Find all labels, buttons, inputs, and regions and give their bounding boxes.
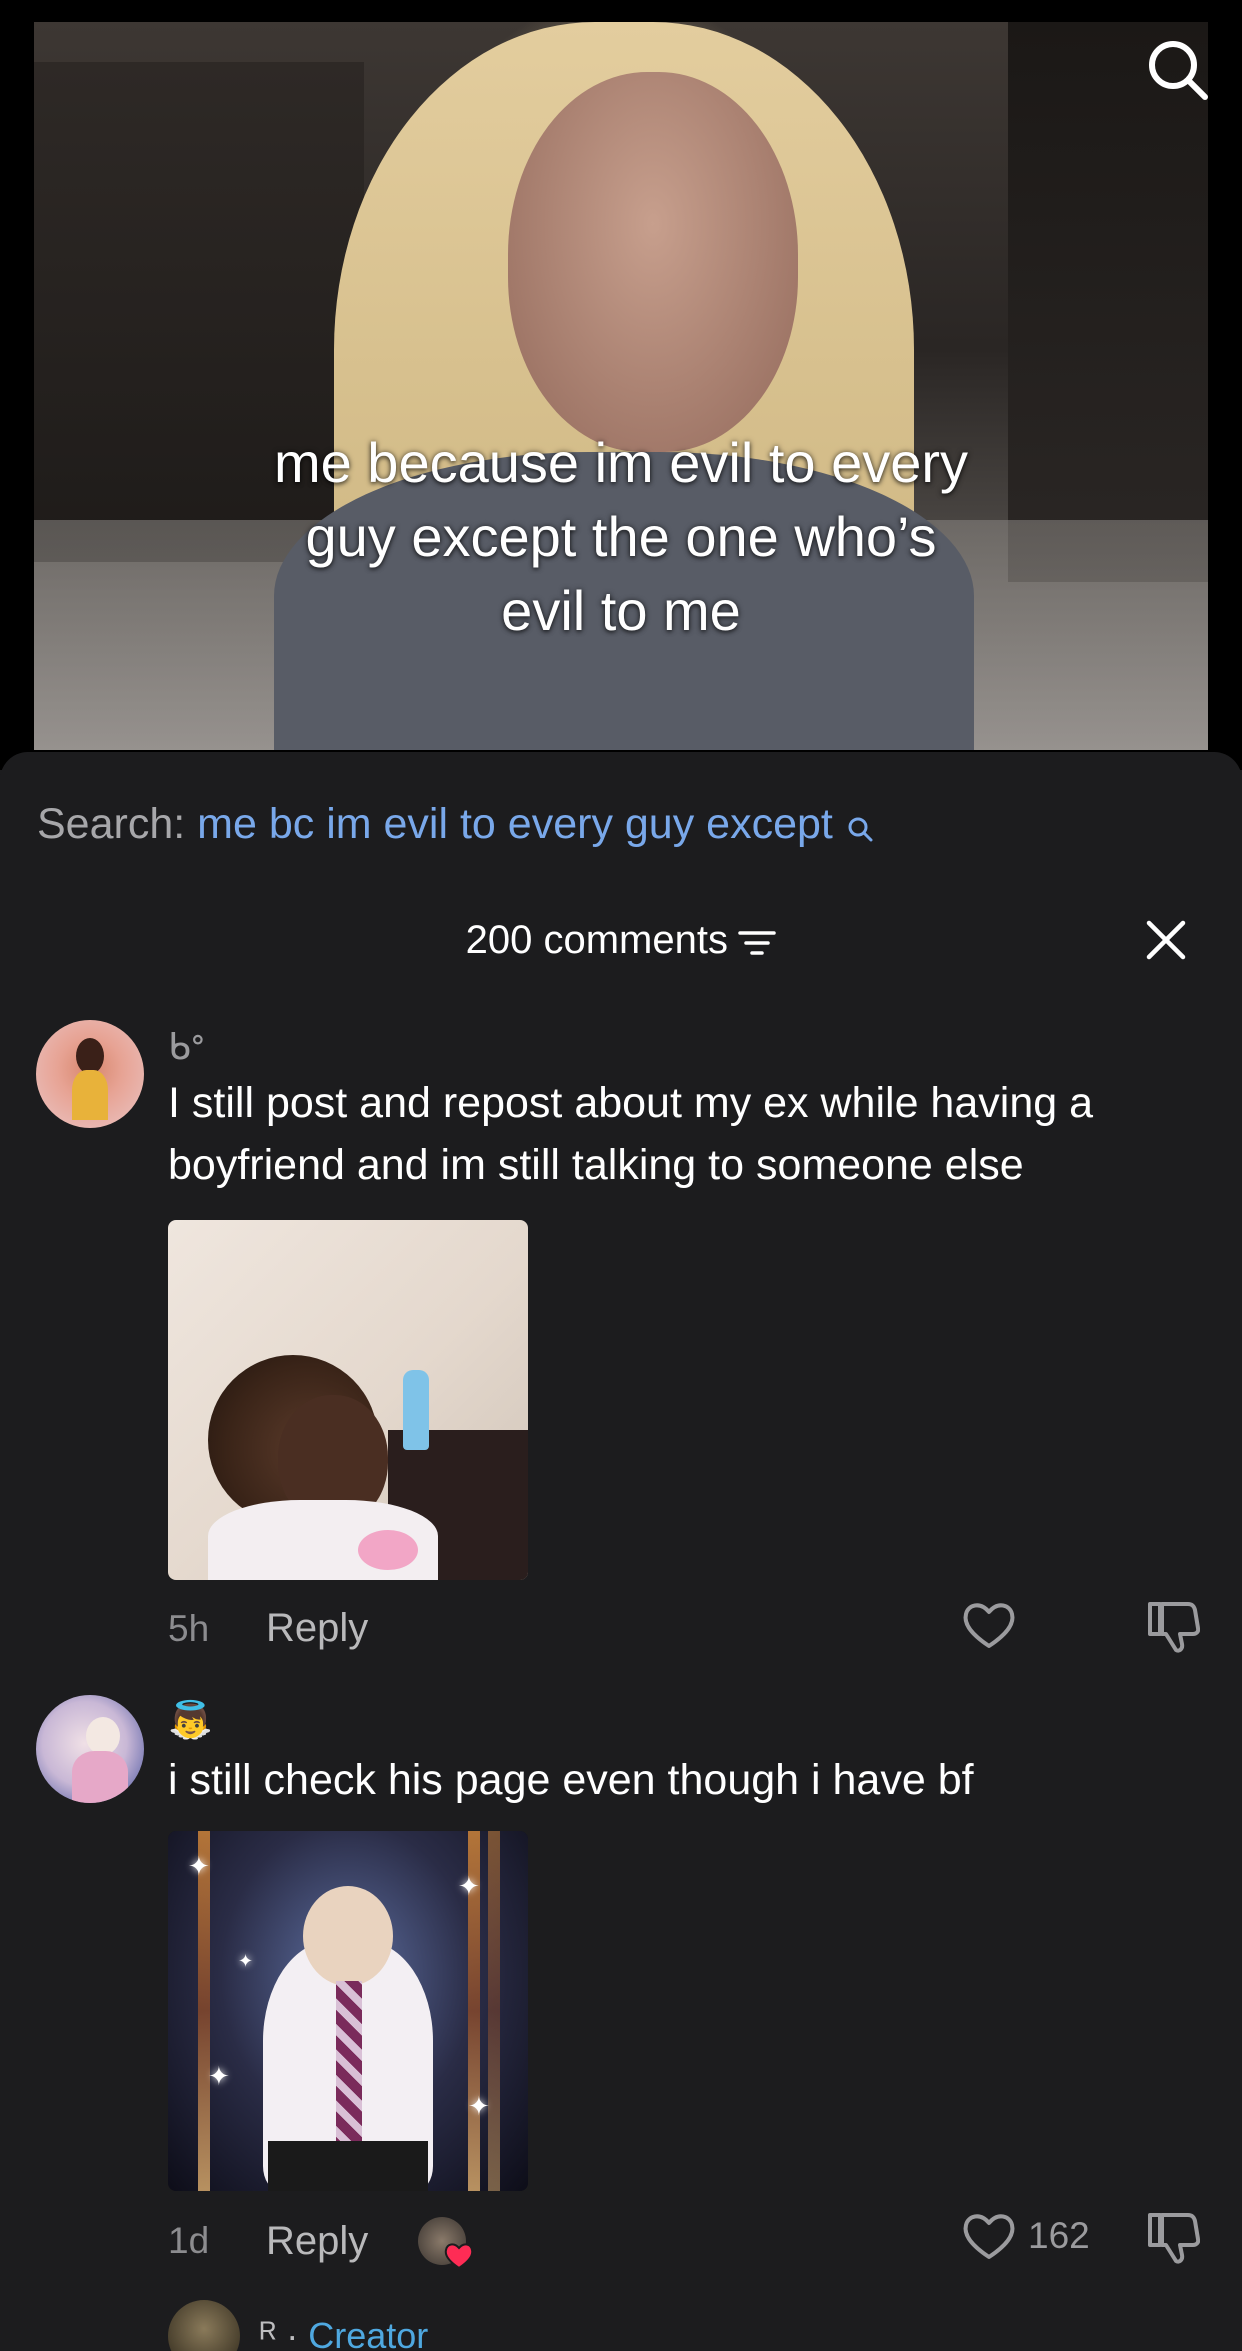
- heart-icon: [963, 2214, 1015, 2259]
- comment-time: 5h: [168, 1607, 210, 1649]
- heart-filled-icon: [445, 2243, 474, 2270]
- comment-username[interactable]: 👼: [168, 1699, 213, 1741]
- dislike-button[interactable]: [1146, 1600, 1201, 1659]
- comment-image[interactable]: ✦ ✦ ✦ ✦ ✦: [168, 1831, 528, 2191]
- comment-text: I still post and repost about my ex whil…: [168, 1079, 1094, 1189]
- like-button[interactable]: 162: [962, 2211, 1090, 2261]
- video-player[interactable]: me because im evil to every guy except t…: [0, 0, 1242, 770]
- search-icon[interactable]: [1138, 30, 1218, 110]
- like-count: 162: [1028, 2215, 1090, 2256]
- related-search-query[interactable]: me bc im evil to every guy except: [197, 800, 833, 848]
- close-button[interactable]: [1138, 912, 1194, 968]
- reply-button[interactable]: Reply: [266, 2219, 368, 2264]
- comment-image[interactable]: [168, 1220, 528, 1580]
- video-caption: me because im evil to every guy except t…: [34, 426, 1208, 648]
- comments-count: 200 comments: [465, 918, 728, 962]
- video-frame[interactable]: me because im evil to every guy except t…: [34, 22, 1208, 750]
- video-caption-line: evil to me: [501, 579, 741, 642]
- comment-username[interactable]: ᑲᐤ: [168, 1026, 205, 1068]
- related-search-label: Search:: [37, 800, 186, 848]
- close-icon: [1146, 920, 1186, 960]
- creator-symbol: ᴿ ·: [260, 2315, 299, 2351]
- creator-liked-avatar: [418, 2217, 474, 2270]
- sort-icon[interactable]: [738, 928, 777, 963]
- comment-text: i still check his page even though i hav…: [168, 1756, 974, 1804]
- video-caption-line: guy except the one who’s: [305, 505, 937, 568]
- creator-reply-row: ᴿ · Creator: [168, 2300, 428, 2351]
- comment-meta: 1d Reply: [168, 2217, 474, 2270]
- heart-icon: [963, 1603, 1015, 1648]
- dislike-icon: [1148, 1602, 1201, 1653]
- reply-button[interactable]: Reply: [266, 1606, 368, 1651]
- like-button[interactable]: [962, 1600, 1028, 1650]
- dislike-icon: [1148, 2213, 1201, 2264]
- comment-time: 1d: [168, 2220, 210, 2261]
- avatar[interactable]: [36, 1020, 144, 1128]
- avatar[interactable]: [36, 1695, 144, 1803]
- search-mini-icon: [847, 800, 873, 856]
- comments-sheet: Search: me bc im evil to every guy excep…: [0, 752, 1242, 2351]
- video-caption-line: me because im evil to every: [273, 431, 969, 494]
- video-person-face: [508, 72, 798, 452]
- comment-meta: 5h Reply: [168, 1606, 368, 1651]
- comments-header: 200 comments: [0, 910, 1242, 970]
- creator-badge: Creator: [308, 2315, 429, 2351]
- creator-avatar[interactable]: [168, 2300, 240, 2351]
- related-search[interactable]: Search: me bc im evil to every guy excep…: [37, 796, 873, 856]
- dislike-button[interactable]: [1146, 2211, 1201, 2270]
